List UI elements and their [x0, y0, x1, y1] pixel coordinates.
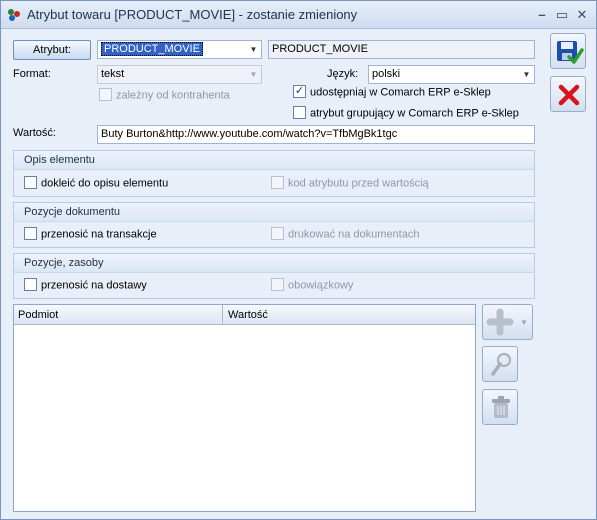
atrybut-button[interactable]: Atrybut: — [13, 40, 91, 60]
grupujacy-checkbox[interactable] — [293, 106, 306, 119]
grupujacy-checkbox-row[interactable]: atrybut grupujący w Comarch ERP e-Sklep — [293, 106, 519, 121]
przenosic-dostawy-checkbox-row[interactable]: przenosić na dostawy — [24, 278, 147, 293]
dialog-client: Atrybut: PRODUCT_MOVIE ▼ PRODUCT_MOVIE F… — [1, 30, 596, 519]
obowiazkowy-checkbox-row[interactable]: obowiązkowy — [271, 278, 354, 293]
udostepniaj-checkbox[interactable]: ✓ — [293, 85, 306, 98]
grid-header: Podmiot Wartość — [14, 305, 475, 325]
drukowac-checkbox-row[interactable]: drukować na dokumentach — [271, 227, 420, 242]
edit-button[interactable] — [482, 346, 518, 382]
obowiazkowy-checkbox[interactable] — [271, 278, 284, 291]
udostepniaj-label: udostępniaj w Comarch ERP e-Sklep — [310, 86, 491, 99]
przenosic-transakcje-checkbox[interactable] — [24, 227, 37, 240]
grid-column-divider[interactable] — [222, 305, 223, 325]
chevron-down-icon[interactable]: ▼ — [519, 66, 534, 83]
dokleic-checkbox[interactable] — [24, 176, 37, 189]
wartosc-label: Wartość: — [13, 127, 56, 139]
dokleic-checkbox-row[interactable]: dokleić do opisu elementu — [24, 176, 169, 191]
minimize-icon[interactable]: – — [534, 7, 550, 23]
group-zasoby-header: Pozycje, zasoby — [13, 253, 535, 272]
atrybut-code-value: PRODUCT_MOVIE — [101, 42, 203, 56]
chevron-down-icon[interactable]: ▼ — [246, 41, 261, 58]
drukowac-label: drukować na dokumentach — [288, 228, 420, 241]
title-bar: Atrybut towaru [PRODUCT_MOVIE] - zostani… — [1, 1, 596, 29]
group-opis-header: Opis elementu — [13, 150, 535, 169]
group-zasoby-body: przenosić na dostawy obowiązkowy — [13, 272, 535, 299]
kod-przed-checkbox[interactable] — [271, 176, 284, 189]
maximize-icon[interactable]: ▭ — [554, 7, 570, 23]
magnifier-icon — [491, 353, 511, 376]
jezyk-combo[interactable]: polski ▼ — [368, 65, 535, 84]
grid-column-podmiot[interactable]: Podmiot — [14, 305, 222, 325]
kod-przed-checkbox-row[interactable]: kod atrybutu przed wartością — [271, 176, 429, 191]
atrybut-name-field[interactable]: PRODUCT_MOVIE — [268, 40, 535, 59]
dokleic-label: dokleić do opisu elementu — [41, 177, 169, 190]
group-dokument-body: przenosić na transakcje drukować na doku… — [13, 221, 535, 248]
przenosic-transakcje-label: przenosić na transakcje — [41, 228, 157, 241]
group-opis-body: dokleić do opisu elementu kod atrybutu p… — [13, 169, 535, 197]
attribute-app-icon — [8, 9, 20, 21]
delete-button[interactable] — [482, 389, 518, 425]
wartosc-field[interactable]: Buty Burton&http://www.youtube.com/watch… — [97, 125, 535, 144]
podmiot-grid[interactable]: Podmiot Wartość — [13, 304, 476, 512]
jezyk-value: polski — [372, 68, 401, 80]
cancel-x-icon — [558, 84, 580, 106]
kod-przed-label: kod atrybutu przed wartością — [288, 177, 429, 190]
grupujacy-label: atrybut grupujący w Comarch ERP e-Sklep — [310, 107, 519, 120]
atrybut-code-combo[interactable]: PRODUCT_MOVIE ▼ — [97, 40, 262, 59]
add-dropdown-chevron-icon[interactable]: ▼ — [516, 304, 533, 340]
dialog-window: Atrybut towaru [PRODUCT_MOVIE] - zostani… — [0, 0, 597, 520]
cancel-button[interactable] — [550, 76, 586, 112]
udostepniaj-checkbox-row[interactable]: ✓ udostępniaj w Comarch ERP e-Sklep — [293, 85, 491, 100]
add-button[interactable] — [482, 304, 517, 340]
window-title: Atrybut towaru [PRODUCT_MOVIE] - zostani… — [27, 7, 358, 22]
close-icon[interactable]: ✕ — [574, 7, 590, 23]
zalezny-checkbox[interactable] — [99, 88, 112, 101]
jezyk-label: Język: — [327, 68, 359, 80]
format-combo[interactable]: tekst ▼ — [97, 65, 262, 84]
save-button[interactable] — [550, 33, 586, 69]
przenosic-dostawy-label: przenosić na dostawy — [41, 279, 147, 292]
plus-icon — [486, 308, 514, 336]
save-disk-icon — [557, 41, 584, 64]
chevron-down-icon[interactable]: ▼ — [246, 66, 261, 83]
obowiazkowy-label: obowiązkowy — [288, 279, 354, 292]
zalezny-checkbox-row[interactable]: zależny od kontrahenta — [99, 88, 230, 103]
trash-icon — [492, 396, 510, 418]
group-dokument-header: Pozycje dokumentu — [13, 202, 535, 221]
format-label: Format: — [13, 68, 51, 80]
przenosic-transakcje-checkbox-row[interactable]: przenosić na transakcje — [24, 227, 157, 242]
drukowac-checkbox[interactable] — [271, 227, 284, 240]
zalezny-label: zależny od kontrahenta — [116, 89, 230, 102]
format-value: tekst — [101, 68, 125, 80]
przenosic-dostawy-checkbox[interactable] — [24, 278, 37, 291]
grid-column-wartosc[interactable]: Wartość — [224, 305, 474, 325]
